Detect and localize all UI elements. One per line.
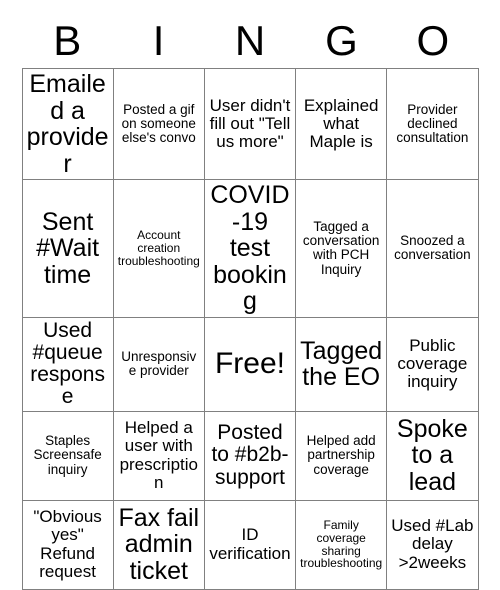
bingo-row: Sent #Wait time Account creation trouble… (21, 179, 479, 318)
bingo-header-letter-g: G (325, 17, 358, 64)
bingo-cell[interactable]: ID verification (203, 499, 297, 590)
bingo-cell[interactable]: Provider declined consultation (386, 68, 479, 180)
bingo-header-letter-b: B (53, 17, 82, 64)
bingo-cell[interactable]: Helped a user with prescription (112, 410, 205, 501)
bingo-cell-text: COVID-19 test booking (210, 181, 290, 315)
bingo-card: B I N G O Emailed a provider Posted a gi… (0, 0, 500, 590)
bingo-cell[interactable]: Staples Screensafe inquiry (21, 410, 114, 501)
bingo-cell[interactable]: Explained what Maple is (295, 68, 388, 180)
bingo-header-letter-o: O (416, 17, 450, 64)
bingo-cell[interactable]: Tagged a conversation with PCH Inquiry (295, 179, 388, 318)
bingo-cell-text: Provider declined consultation (396, 101, 469, 146)
bingo-cell[interactable]: Spoke to a lead (386, 410, 479, 501)
bingo-cell-text: Helped a user with prescription (119, 418, 198, 492)
bingo-cell-text: Public coverage inquiry (397, 335, 468, 391)
bingo-cell-text: Posted to #b2b-support (211, 421, 289, 489)
bingo-cell-text: Sent #Wait time (36, 207, 100, 289)
bingo-cell-text: Tagged the EO (300, 336, 383, 391)
bingo-cell[interactable]: User didn't fill out "Tell us more" (203, 68, 297, 180)
bingo-cell-text: Account creation troubleshooting (117, 228, 200, 268)
bingo-cell-text: Spoke to a lead (396, 414, 468, 496)
bingo-header: B I N G O (22, 0, 479, 68)
bingo-cell-text: "Obvious yes" Refund request (33, 507, 102, 581)
bingo-free-space-text: Free! (214, 347, 285, 381)
bingo-grid: Emailed a provider Posted a gif on someo… (21, 68, 479, 590)
bingo-cell-text: Staples Screensafe inquiry (33, 433, 102, 477)
bingo-cell[interactable]: Tagged the EO (295, 316, 388, 412)
bingo-cell-text: Snoozed a conversation (394, 232, 471, 263)
bingo-cell-free[interactable]: Free! (203, 316, 297, 412)
bingo-cell-text: Emailed a provider (26, 70, 109, 178)
bingo-cell-text: Explained what Maple is (303, 95, 379, 151)
bingo-cell[interactable]: Used #Lab delay >2weeks (386, 499, 479, 590)
bingo-cell[interactable]: Posted a gif on someone else's convo (112, 68, 205, 180)
bingo-cell[interactable]: Fax fail admin ticket (112, 499, 205, 590)
bingo-cell[interactable]: Unresponsive provider (112, 316, 205, 412)
bingo-cell-text: Used #Lab delay >2weeks (391, 516, 474, 572)
bingo-cell[interactable]: Posted to #b2b-support (203, 410, 297, 501)
bingo-header-letter-n: N (234, 17, 266, 64)
bingo-cell[interactable]: Helped add partnership coverage (295, 410, 388, 501)
bingo-cell[interactable]: Emailed a provider (21, 68, 114, 180)
bingo-row: "Obvious yes" Refund request Fax fail ad… (21, 499, 479, 590)
bingo-cell-text: ID verification (209, 525, 291, 563)
bingo-cell-text: Tagged a conversation with PCH Inquiry (302, 218, 380, 277)
bingo-cell[interactable]: Sent #Wait time (21, 179, 114, 318)
bingo-header-letter-i: I (152, 17, 165, 64)
bingo-cell[interactable]: COVID-19 test booking (203, 179, 297, 318)
bingo-cell[interactable]: Used #queue response (21, 316, 114, 412)
bingo-row: Used #queue response Unresponsive provid… (21, 316, 479, 412)
bingo-cell-text: Fax fail admin ticket (118, 503, 200, 585)
bingo-cell[interactable]: "Obvious yes" Refund request (21, 499, 114, 590)
bingo-cell[interactable]: Snoozed a conversation (386, 179, 479, 318)
bingo-cell-text: Used #queue response (30, 318, 105, 409)
bingo-row: Staples Screensafe inquiry Helped a user… (21, 410, 479, 501)
bingo-cell-text: User didn't fill out "Tell us more" (209, 95, 291, 151)
bingo-cell-text: Helped add partnership coverage (306, 433, 376, 477)
bingo-cell-text: Posted a gif on someone else's convo (121, 101, 196, 146)
bingo-cell-text: Family coverage sharing troubleshooting (300, 518, 383, 571)
bingo-cell[interactable]: Public coverage inquiry (386, 316, 479, 412)
bingo-cell[interactable]: Account creation troubleshooting (112, 179, 205, 318)
bingo-row: Emailed a provider Posted a gif on someo… (21, 68, 479, 180)
bingo-cell-text: Unresponsive provider (121, 348, 197, 378)
bingo-grid-body: Emailed a provider Posted a gif on someo… (21, 68, 479, 590)
bingo-cell[interactable]: Family coverage sharing troubleshooting (295, 499, 388, 590)
